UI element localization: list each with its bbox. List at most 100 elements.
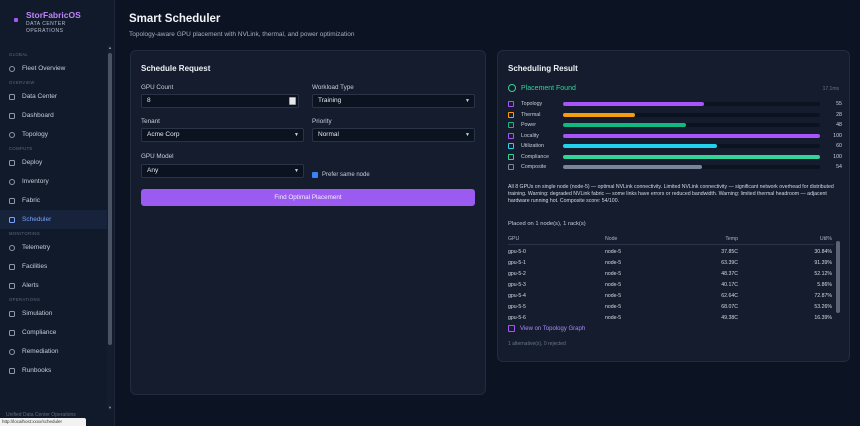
chevron-down-icon: ▼ <box>294 168 299 174</box>
gpu-model-select[interactable]: Any ▼ <box>141 164 304 178</box>
table-cell: 62.64C <box>721 293 738 299</box>
sidebar-item-alerts[interactable]: Alerts <box>0 276 107 295</box>
gpu-count-input[interactable]: 8 <box>141 94 299 108</box>
table-cell: 48.37C <box>721 271 738 277</box>
priority-value: Normal <box>318 131 339 138</box>
sidebar-item-label: Simulation <box>22 310 53 317</box>
sidebar-item-fabric[interactable]: Fabric <box>0 191 107 210</box>
sidebar-item-telemetry[interactable]: Telemetry <box>0 238 107 257</box>
table-header: GPU Node Temp Util% <box>508 232 834 245</box>
brand[interactable]: StorFabricOS DATA CENTER OPERATIONS <box>14 10 81 34</box>
sidebar-item-data-center[interactable]: Data Center <box>0 87 107 106</box>
alternatives-note: 1 alternative(s), 0 rejected <box>508 341 566 347</box>
workload-type-select[interactable]: Training ▼ <box>312 94 475 108</box>
column-header[interactable]: Temp <box>648 236 738 242</box>
table-cell: 53.26% <box>814 304 832 310</box>
score-label: Locality <box>521 132 539 139</box>
scroll-up-icon[interactable]: ▲ <box>108 45 112 50</box>
sidebar-item-topology[interactable]: Topology <box>0 125 107 144</box>
sidebar-item-dashboard[interactable]: Dashboard <box>0 106 107 125</box>
column-header[interactable]: GPU <box>508 236 588 242</box>
sidebar-item-fleet-overview[interactable]: Fleet Overview <box>0 59 107 78</box>
table-cell: gpu-5-1 <box>508 260 526 266</box>
table-row[interactable]: gpu-5-4 node-5 62.64C 72.87% <box>508 290 834 301</box>
gpu-table: GPU Node Temp Util% gpu-5-0 node-5 37.85C 30.84… <box>508 232 834 322</box>
fabric-icon <box>9 197 15 204</box>
sidebar-item-simulation[interactable]: Simulation <box>0 304 107 323</box>
sidebar-item-runbooks[interactable]: Runbooks <box>0 361 107 380</box>
table-cell: 30.84% <box>814 249 832 255</box>
server-icon <box>9 93 15 100</box>
score-bar-fill <box>563 123 687 127</box>
table-scroll-thumb[interactable] <box>836 241 840 313</box>
table-row[interactable]: gpu-5-2 node-5 48.37C 52.12% <box>508 268 834 279</box>
topology-graph-icon <box>508 325 515 332</box>
stepper-icon[interactable] <box>289 97 296 105</box>
priority-select[interactable]: Normal ▼ <box>312 128 475 142</box>
dashboard-icon <box>9 112 15 119</box>
alert-icon <box>9 282 15 289</box>
score-bar-track <box>563 154 820 159</box>
score-value: 100 <box>833 132 842 139</box>
find-placement-button[interactable]: Find Optimal Placement <box>141 189 475 206</box>
table-scrollbar[interactable] <box>836 239 841 319</box>
gpu-model-label: GPU Model <box>141 153 174 160</box>
prefer-same-node-label[interactable]: Prefer same node <box>322 172 370 178</box>
table-cell: gpu-5-5 <box>508 304 526 310</box>
sidebar-item-facilities[interactable]: Facilities <box>0 257 107 276</box>
score-row-composite: Composite 54 <box>508 163 842 172</box>
table-row[interactable]: gpu-5-1 node-5 63.39C 91.39% <box>508 257 834 268</box>
column-header[interactable]: Util% <box>744 236 832 242</box>
scroll-down-icon[interactable]: ▼ <box>108 405 112 410</box>
table-row[interactable]: gpu-5-0 node-5 37.85C 30.84% <box>508 246 834 257</box>
inventory-icon <box>9 178 15 185</box>
workload-type-value: Training <box>318 97 342 104</box>
placement-status: Placement Found <box>508 84 576 92</box>
sidebar-item-label: Fleet Overview <box>22 65 66 72</box>
page-subtitle: Topology-aware GPU placement with NVLink… <box>129 31 355 38</box>
score-bar-fill <box>563 133 820 138</box>
score-value: 60 <box>836 143 842 149</box>
tenant-select[interactable]: Acme Corp ▼ <box>141 128 304 142</box>
sidebar-item-label: Compliance <box>22 329 57 336</box>
sidebar-scrollbar[interactable]: ▲ ▼ <box>107 45 113 410</box>
remediation-icon <box>9 348 15 355</box>
sidebar: StorFabricOS DATA CENTER OPERATIONS GLOB… <box>0 0 115 426</box>
view-topology-link[interactable]: View on Topology Graph <box>508 325 585 332</box>
table-row[interactable]: gpu-5-5 node-5 68.07C 53.26% <box>508 301 834 312</box>
sidebar-item-label: Facilities <box>22 263 48 270</box>
view-topology-label: View on Topology Graph <box>520 325 586 332</box>
sidebar-item-label: Runbooks <box>22 367 52 374</box>
score-row-locality: Locality 100 <box>508 132 842 141</box>
table-cell: 91.39% <box>814 260 832 266</box>
table-cell: 40.17C <box>721 282 738 288</box>
sidebar-item-remediation[interactable]: Remediation <box>0 342 107 361</box>
chevron-down-icon: ▼ <box>465 98 470 104</box>
chevron-down-icon: ▼ <box>465 132 470 138</box>
sidebar-item-inventory[interactable]: Inventory <box>0 172 107 191</box>
topology-icon <box>9 131 15 138</box>
check-circle-icon <box>508 84 516 92</box>
thermometer-icon <box>508 111 514 118</box>
table-cell: gpu-5-3 <box>508 282 526 288</box>
placement-status-text: Placement Found <box>521 84 576 92</box>
deploy-icon <box>9 159 15 166</box>
sidebar-item-deploy[interactable]: Deploy <box>0 153 107 172</box>
score-label: Power <box>521 122 537 128</box>
workload-type-label: Workload Type <box>312 84 354 91</box>
table-row[interactable]: gpu-5-6 node-5 49.38C 16.39% <box>508 312 834 322</box>
nav-section-label: GLOBAL <box>9 52 29 57</box>
score-bar-track <box>563 165 820 169</box>
tenant-value: Acme Corp <box>147 131 180 138</box>
score-value: 54 <box>836 164 842 170</box>
table-row[interactable]: gpu-5-3 node-5 40.17C 5.86% <box>508 279 834 290</box>
sidebar-scroll-thumb[interactable] <box>108 53 112 345</box>
gpu-count-value: 8 <box>147 97 151 104</box>
sidebar-item-compliance[interactable]: Compliance <box>0 323 107 342</box>
score-bar-fill <box>563 165 702 169</box>
shield-icon <box>508 153 514 160</box>
gpu-model-value: Any <box>147 167 159 174</box>
score-value: 100 <box>833 153 842 160</box>
prefer-same-node-checkbox[interactable] <box>312 172 318 178</box>
sidebar-item-scheduler[interactable]: Scheduler <box>0 210 107 229</box>
